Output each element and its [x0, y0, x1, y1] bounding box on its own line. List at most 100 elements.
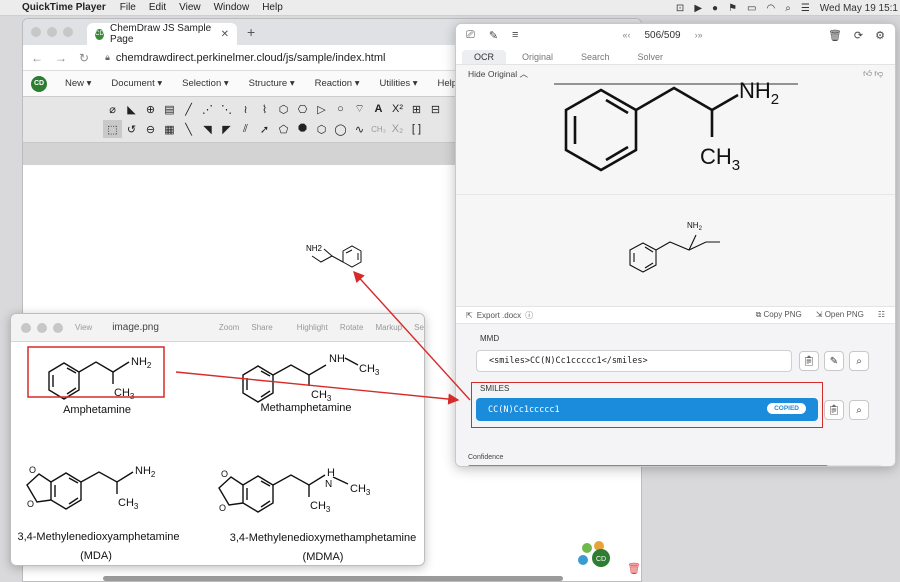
zoom-out-tool-icon[interactable]: ⊖: [141, 120, 160, 138]
menu-window[interactable]: Window: [214, 2, 250, 13]
copy-png-button[interactable]: ⧉ Copy PNG: [756, 310, 802, 320]
zoom-window-button[interactable]: [63, 27, 73, 37]
first-page-icon[interactable]: «‹: [622, 30, 630, 40]
superscript-tool-icon[interactable]: X²: [388, 100, 407, 118]
minimize-window-button[interactable]: [47, 27, 57, 37]
settings-gear-icon[interactable]: ⚙: [875, 29, 885, 42]
trash-icon-dock[interactable]: 🗑︎: [627, 562, 641, 575]
url-field[interactable]: 🔒︎ chemdrawdirect.perkinelmer.cloud/js/sa…: [105, 52, 385, 64]
tab-solver[interactable]: Solver: [626, 50, 676, 64]
list-icon[interactable]: ≡: [512, 29, 518, 41]
control-center-icon[interactable]: ☰: [801, 3, 810, 14]
new-tab-button[interactable]: +: [247, 24, 255, 40]
cd-menu-selection[interactable]: Selection ▾: [182, 78, 229, 89]
help-icon[interactable]: ⓘ: [525, 310, 533, 321]
cd-menu-new[interactable]: New ▾: [65, 78, 91, 89]
export-icon[interactable]: ⇱: [466, 311, 473, 320]
wedge-bond-tool-icon[interactable]: ◥: [198, 120, 217, 138]
preview-highlight-button[interactable]: Highlight: [297, 323, 328, 332]
arrow-tool-icon[interactable]: ➚: [255, 120, 274, 138]
eraser-tool-icon[interactable]: ◣: [122, 100, 141, 118]
menu-file[interactable]: File: [120, 2, 136, 13]
next-page-icon[interactable]: ›»: [695, 30, 703, 40]
mmd-edit-icon[interactable]: ✎: [824, 351, 844, 371]
smiles-search-icon[interactable]: ⌕: [849, 400, 869, 420]
mathpix-status-icon[interactable]: ⊡: [676, 3, 684, 14]
close-window-button[interactable]: [31, 27, 41, 37]
menu-edit[interactable]: Edit: [149, 2, 166, 13]
export-docx-button[interactable]: Export .docx: [477, 311, 521, 320]
back-icon[interactable]: ←: [31, 51, 43, 65]
chain-tool-icon[interactable]: ⌇: [255, 100, 274, 118]
single-bond-tool-icon[interactable]: ╱: [179, 100, 198, 118]
clock[interactable]: Wed May 19 15:1: [820, 3, 898, 14]
cd-menu-reaction[interactable]: Reaction ▾: [315, 78, 360, 89]
squiggle-tool-icon[interactable]: ∿: [350, 120, 369, 138]
rotate-tool-icon[interactable]: ↺: [122, 120, 141, 138]
spotlight-icon[interactable]: ⌕: [785, 3, 791, 14]
dashed-bond-tool-icon[interactable]: ⋰: [198, 100, 217, 118]
preview-search-field[interactable]: Search: [414, 323, 424, 332]
flag-icon[interactable]: ⚑: [728, 3, 737, 14]
trash-icon[interactable]: 🗑︎: [828, 29, 842, 42]
record-icon[interactable]: ●: [712, 3, 718, 14]
hexagon-tool-icon[interactable]: ⬡: [274, 100, 293, 118]
bold-bond-tool-icon[interactable]: ╲: [179, 120, 198, 138]
screenshot-icon[interactable]: ⎚: [466, 29, 475, 42]
horizontal-scrollbar[interactable]: [103, 576, 563, 581]
ch3-tool-icon[interactable]: CH₃: [369, 120, 388, 138]
hashed-bond-tool-icon[interactable]: ⋱: [217, 100, 236, 118]
clipboard-tool-icon[interactable]: ▦: [160, 120, 179, 138]
text-tool-icon[interactable]: A: [369, 100, 388, 118]
tab-original[interactable]: Original: [510, 50, 565, 64]
cd-menu-document[interactable]: Document ▾: [111, 78, 162, 89]
preview-close-button[interactable]: [21, 322, 31, 333]
select-tool-icon[interactable]: ⬚: [103, 120, 122, 138]
browser-tab[interactable]: CD ChemDraw JS Sample Page ✕: [87, 23, 237, 45]
shape-tool-icon[interactable]: ⌔: [350, 100, 369, 118]
octagon-tool-icon[interactable]: ⯃: [293, 120, 312, 138]
wavy-bond-tool-icon[interactable]: ≀: [236, 100, 255, 118]
preview-zoom-tool[interactable]: Zoom: [219, 323, 239, 332]
hide-original-toggle[interactable]: Hide Original ︿: [468, 68, 528, 80]
tab-ocr[interactable]: OCR: [462, 50, 506, 64]
hash-wedge-tool-icon[interactable]: ◤: [217, 120, 236, 138]
menu-help[interactable]: Help: [262, 2, 283, 13]
bracket-tool-icon[interactable]: [ ]: [407, 120, 426, 138]
battery-icon[interactable]: ▭: [747, 3, 756, 14]
multi-bond-tool-icon[interactable]: ⫽: [236, 120, 255, 138]
preview-minimize-button[interactable]: [37, 322, 47, 333]
smiles-copy-icon[interactable]: 📋︎: [824, 400, 844, 420]
chemdraw-dock-icon[interactable]: CD: [575, 538, 613, 572]
triangle-tool-icon[interactable]: ▷: [312, 100, 331, 118]
tab-search[interactable]: Search: [569, 50, 622, 64]
preview-rotate-button[interactable]: Rotate: [340, 323, 364, 332]
app-menu[interactable]: QuickTime Player: [22, 2, 106, 13]
lasso-tool-icon[interactable]: ⌀: [103, 100, 122, 118]
circle-tool-icon[interactable]: ○: [331, 100, 350, 118]
edit-icon[interactable]: ✎: [489, 29, 498, 42]
hexagon-ring-tool-icon[interactable]: ⎔: [293, 100, 312, 118]
subscript-tool-icon[interactable]: X₂: [388, 120, 407, 138]
preview-share-button[interactable]: Share: [251, 323, 272, 332]
mmd-copy-icon[interactable]: 📋︎: [799, 351, 819, 371]
feedback-thumbs-icon[interactable]: 👍︎ 👎︎: [863, 68, 883, 79]
reload-icon[interactable]: ↻: [79, 51, 89, 65]
refresh-icon[interactable]: ⟳: [854, 29, 863, 42]
wifi-icon[interactable]: ◠: [766, 3, 775, 14]
preview-markup-button[interactable]: Markup: [375, 323, 402, 332]
mmd-output-field[interactable]: <smiles>CC(N)Cc1ccccc1</smiles>: [476, 350, 792, 372]
menu-view[interactable]: View: [179, 2, 201, 13]
charge-tool-icon[interactable]: ⊞: [407, 100, 426, 118]
template-tool-icon[interactable]: ▤: [160, 100, 179, 118]
cd-menu-utilities[interactable]: Utilities ▾: [380, 78, 418, 89]
smiles-output-field[interactable]: CC(N)Cc1ccccc1 COPIED: [476, 398, 818, 421]
mmd-search-icon[interactable]: ⌕: [849, 351, 869, 371]
zoom-in-tool-icon[interactable]: ⊕: [141, 100, 160, 118]
preview-view-button[interactable]: View: [75, 323, 92, 332]
preview-zoom-button[interactable]: [53, 322, 63, 333]
forward-icon[interactable]: →: [55, 51, 67, 65]
cd-menu-structure[interactable]: Structure ▾: [249, 78, 295, 89]
pentagon-tool-icon[interactable]: ⬠: [274, 120, 293, 138]
play-icon[interactable]: ▶: [694, 3, 702, 14]
